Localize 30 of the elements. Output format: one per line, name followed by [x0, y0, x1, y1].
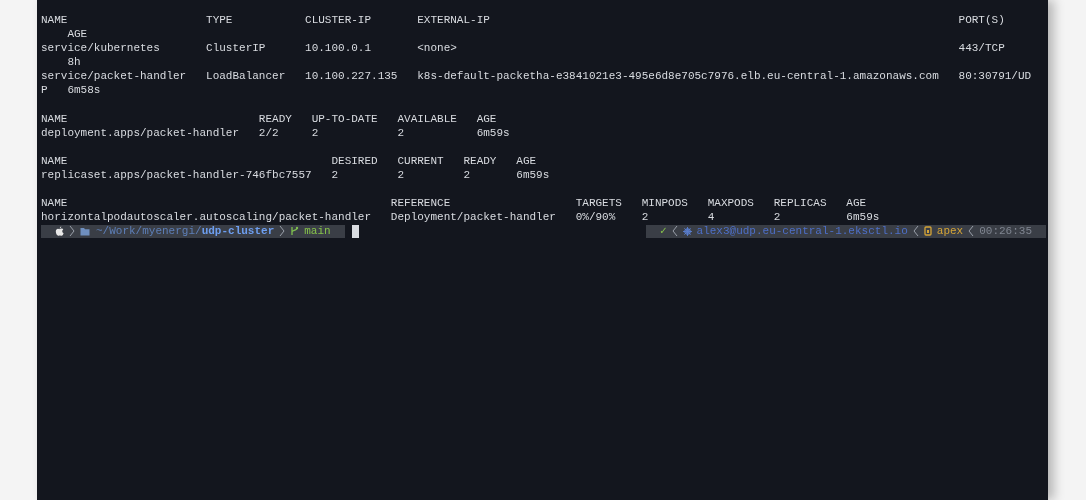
kube-context: alex3@udp.eu-central-1.eksctl.io	[696, 224, 908, 239]
terminal-output-line: NAME REFERENCE TARGETS MINPODS MAXPODS REPLICAS AGE	[41, 196, 868, 211]
chevron-left-icon	[912, 225, 919, 238]
terminal-output-line: service/kubernetes ClusterIP 10.100.0.1 <none> 443/TCP	[41, 41, 1006, 56]
folder-icon	[80, 226, 90, 236]
namespace-name: apex	[936, 224, 964, 239]
chevron-left-icon	[968, 225, 975, 238]
namespace-icon	[923, 226, 932, 237]
text-cursor	[351, 224, 359, 238]
terminal-output-line: P 6m58s	[41, 83, 102, 98]
chevron-right-icon	[279, 225, 286, 238]
terminal-output-line: deployment.apps/packet-handler 2/2 2 2 6m59s	[41, 125, 511, 140]
path-prefix: ~/Work/myenergi/	[96, 224, 202, 239]
terminal-output-line: NAME READY UP-TO-DATE AVAILABLE AGE	[41, 111, 498, 126]
terminal-output-line: NAME DESIRED CURRENT READY AGE	[41, 153, 538, 169]
git-branch-icon	[290, 226, 300, 237]
terminal-output-line: service/packet-handler LoadBalancer 10.100.227.135 k8s-default-packetha-e3841021e3-495e6d8e705c7976.elb.eu-central-1.amazonaws.com 80:30791/UD	[41, 69, 1033, 84]
helm-wheel-icon	[682, 226, 692, 236]
terminal-output-line: replicaset.apps/packet-handler-746fbc7557 2 2 2 6m59s	[41, 168, 551, 183]
path-current: udp-cluster	[201, 224, 275, 239]
terminal-output-line: AGE	[66, 27, 89, 42]
chevron-left-icon	[671, 225, 678, 238]
chevron-right-icon	[69, 225, 75, 238]
terminal-output-line: horizontalpodautoscaler.autoscaling/packet-handler Deployment/packet-handler 0%/90% 2 4 2 6m59s	[41, 210, 881, 225]
prompt-time: 00:26:35	[979, 224, 1032, 239]
status-check: ✓	[659, 224, 667, 239]
apple-icon	[55, 225, 64, 237]
terminal-output-line: 8h	[66, 55, 82, 70]
git-branch-name: main	[304, 224, 331, 239]
terminal-output-line: NAME TYPE CLUSTER-IP EXTERNAL-IP PORT(S)	[41, 13, 1006, 28]
